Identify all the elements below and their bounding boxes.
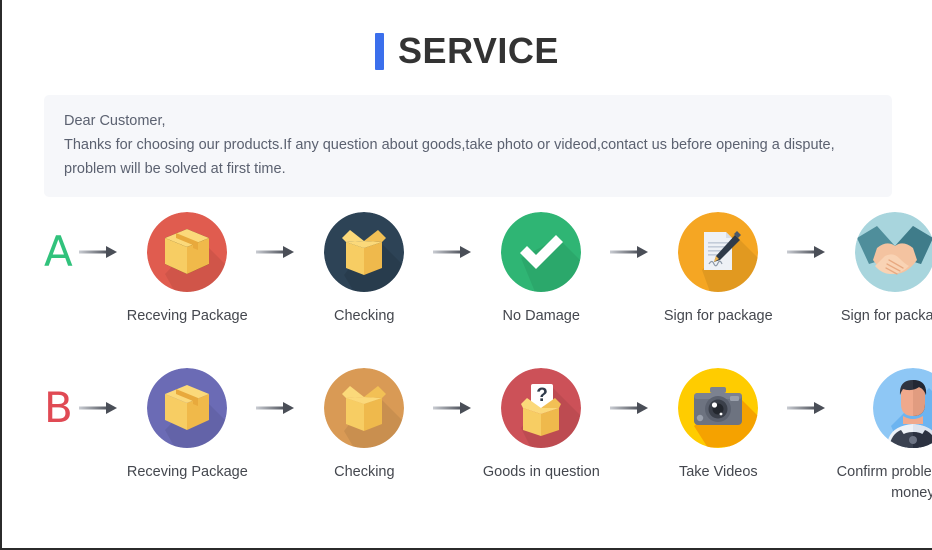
- arrow-icon: [250, 212, 302, 292]
- flow-row-a: A Receving Package Checking No Damage Si…: [44, 212, 932, 327]
- flow-step-label: Receving Package: [126, 308, 248, 324]
- title-accent-bar: [375, 32, 385, 70]
- arrow-icon: [781, 368, 833, 448]
- open-box-icon: [324, 368, 405, 448]
- flow-step: Confirm problem,refund money: [833, 368, 932, 504]
- arrow-icon: [250, 368, 302, 448]
- document-pen-icon: [678, 212, 759, 292]
- page-title: SERVICE: [2, 0, 932, 78]
- flow-step: Sign for package: [833, 212, 932, 327]
- flow-step-label: No Damage: [502, 308, 580, 324]
- flow-step: Receving Package: [125, 212, 250, 327]
- flow-step-label: Confirm problem,refund money: [836, 464, 932, 501]
- arrow-icon: [604, 368, 656, 448]
- flow-step-label: Sign for package: [663, 308, 773, 324]
- arrow-icon: [73, 368, 125, 448]
- service-page: SERVICE Dear Customer, Thanks for choosi…: [0, 0, 932, 550]
- open-box-icon: [324, 212, 405, 292]
- notice-line-2: Thanks for choosing our products.If any …: [64, 137, 835, 153]
- question-box-icon: ?: [501, 368, 582, 448]
- arrow-icon: [781, 212, 833, 292]
- flow-label-a: A: [44, 227, 73, 276]
- handshake-icon: [855, 212, 932, 292]
- flow-step-label: Checking: [334, 308, 395, 324]
- flow-step: Checking: [302, 368, 427, 483]
- flow-step: No Damage: [479, 212, 604, 327]
- checkmark-icon: [501, 212, 582, 292]
- notice-line-3: problem will be solved at first time.: [64, 161, 286, 177]
- support-agent-icon: [872, 368, 932, 448]
- customer-notice: Dear Customer, Thanks for choosing our p…: [44, 95, 892, 197]
- flow-step: Take Videos: [656, 368, 781, 483]
- camera-icon: [678, 368, 759, 448]
- flow-step-label: Receving Package: [126, 464, 248, 480]
- arrow-icon: [427, 212, 479, 292]
- flow-step-label: Sign for package: [840, 308, 932, 324]
- flow-row-b: B Receving Package Checking ? Goods in q…: [44, 368, 932, 504]
- arrow-icon: [427, 368, 479, 448]
- flow-step: Sign for package: [656, 212, 781, 327]
- closed-box-icon: [147, 368, 228, 448]
- flow-step: ? Goods in question: [479, 368, 604, 483]
- flow-step: Checking: [302, 212, 427, 327]
- closed-box-icon: [147, 212, 228, 292]
- flow-step-label: Checking: [334, 464, 395, 480]
- page-title-text: SERVICE: [398, 30, 559, 71]
- arrow-icon: [73, 212, 125, 292]
- flow-step: Receving Package: [125, 368, 250, 483]
- flow-label-b: B: [44, 383, 73, 432]
- notice-line-1: Dear Customer,: [64, 113, 166, 129]
- flow-step-label: Goods in question: [482, 464, 600, 480]
- arrow-icon: [604, 212, 656, 292]
- svg-text:?: ?: [537, 385, 549, 406]
- flow-step-label: Take Videos: [678, 464, 758, 480]
